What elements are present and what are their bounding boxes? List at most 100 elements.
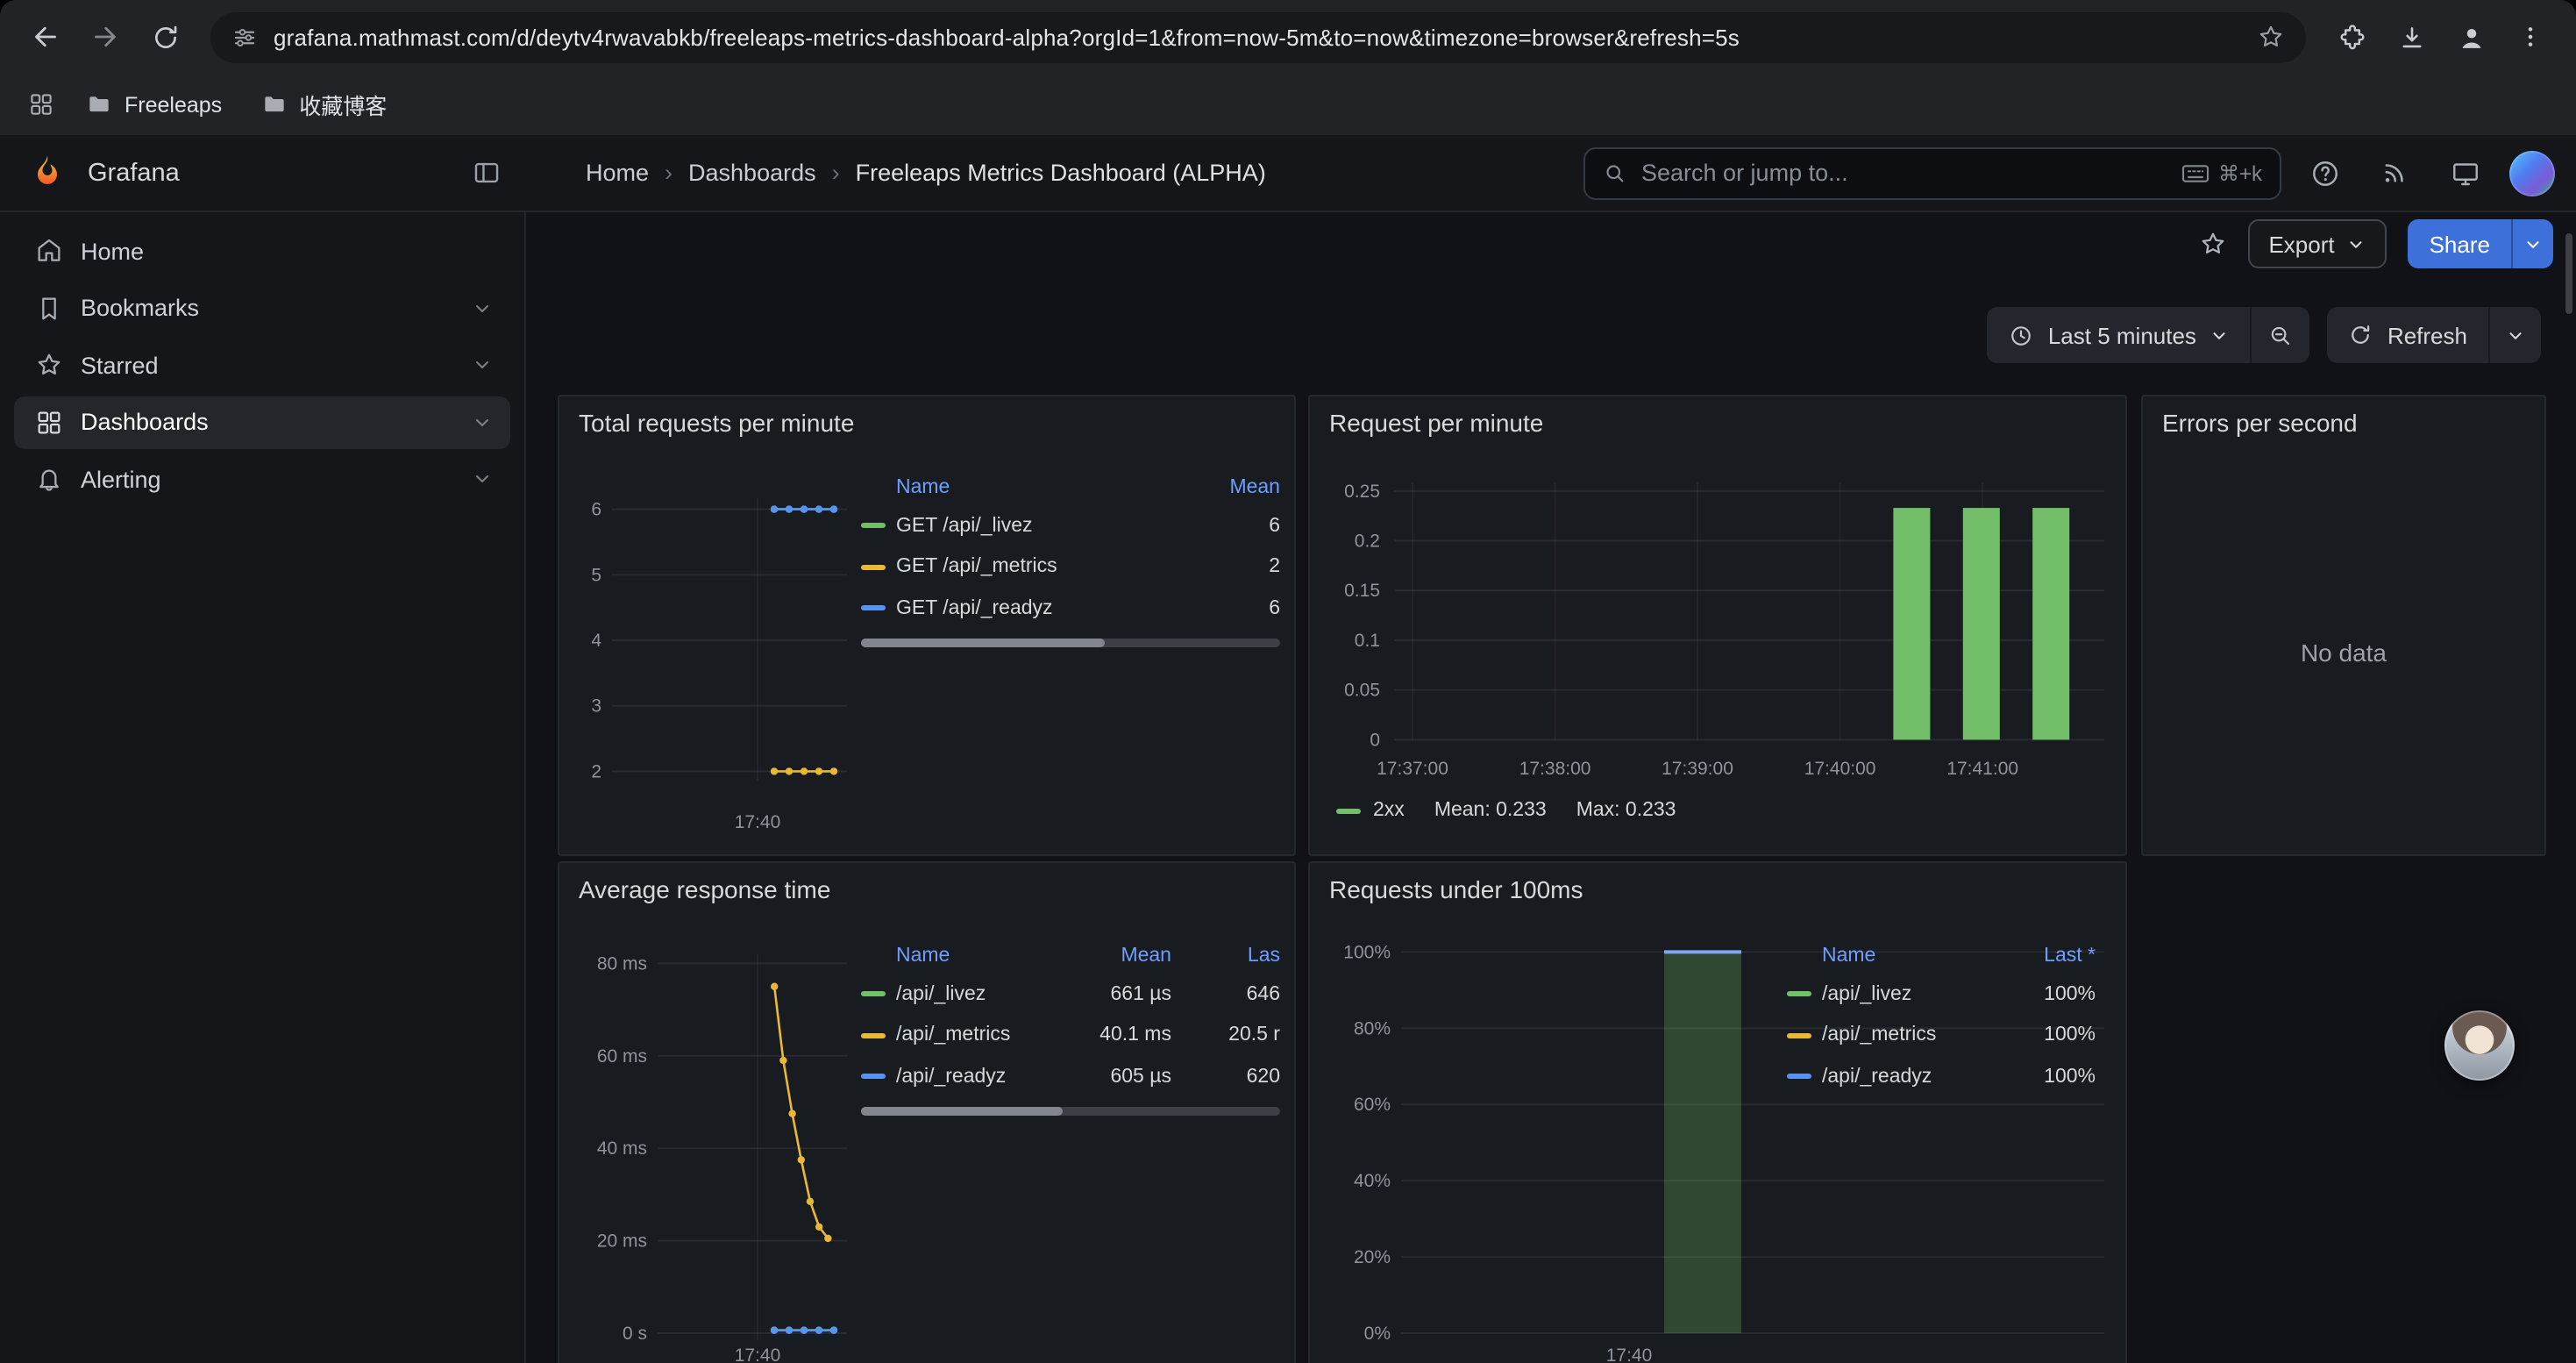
legend-header[interactable]: Las [1171, 946, 1280, 967]
legend-mean: Mean: 0.233 [1434, 800, 1547, 821]
profile-icon[interactable] [2443, 9, 2499, 65]
search-input[interactable]: Search or jump to... ⌘+k [1583, 146, 2281, 199]
legend-row[interactable]: GET /api/_metrics2 [861, 546, 1280, 588]
chevron-down-icon[interactable] [472, 297, 493, 318]
sidebar-item-label: Home [81, 238, 144, 264]
news-rss-icon[interactable] [2369, 147, 2420, 198]
star-icon [35, 351, 63, 379]
panel-request-per-minute[interactable]: Request per minute 0.250.20.150.10.05017… [1308, 395, 2127, 856]
bell-icon [35, 465, 63, 493]
brand-text: Grafana [88, 159, 180, 187]
legend-value: 40.1 ms [1077, 1025, 1171, 1046]
series-color-icon [861, 606, 886, 611]
bookmark-star-icon[interactable] [2257, 23, 2285, 51]
svg-text:17:40:00: 17:40:00 [1804, 759, 1876, 779]
sidebar-item-dashboards[interactable]: Dashboards [14, 396, 510, 448]
svg-text:60%: 60% [1354, 1095, 1391, 1115]
legend-value: 620 [1171, 1067, 1280, 1088]
panel-errors-per-second[interactable]: Errors per second No data [2141, 395, 2546, 856]
address-bar[interactable]: grafana.mathmast.com/d/deytv4rwavabkb/fr… [210, 11, 2306, 62]
site-info-icon[interactable] [231, 24, 258, 50]
dashboard-canvas: Export Share Last 5 minutes [526, 212, 2576, 1363]
legend-scrollbar[interactable] [861, 1107, 1280, 1116]
legend-row[interactable]: /api/_metrics100% [1787, 1015, 2096, 1056]
panel-title[interactable]: Errors per second [2162, 409, 2358, 437]
refresh-interval-button[interactable] [2488, 307, 2541, 363]
legend-value: 100% [2001, 984, 2096, 1005]
back-button[interactable] [18, 9, 74, 65]
chevron-down-icon [2506, 325, 2525, 345]
zoom-out-button[interactable] [2251, 307, 2310, 363]
assistant-avatar[interactable] [2444, 1010, 2515, 1081]
share-menu-button[interactable] [2511, 219, 2553, 268]
browser-menu-icon[interactable] [2502, 9, 2558, 65]
refresh-button[interactable]: Refresh [2328, 307, 2488, 363]
apps-grid-icon[interactable] [21, 91, 61, 118]
legend-header[interactable]: Mean [1199, 477, 1280, 498]
legend-table: NameLast * /api/_livez100%/api/_metrics10… [1787, 938, 2096, 1097]
legend-row[interactable]: /api/_readyz605 µs620 [861, 1056, 1280, 1097]
legend-row[interactable]: /api/_livez100% [1787, 974, 2096, 1015]
sidebar-item-alerting[interactable]: Alerting [14, 453, 510, 505]
chevron-down-icon[interactable] [472, 468, 493, 489]
search-icon [1603, 161, 1627, 185]
series-color-icon [861, 524, 886, 529]
legend-row[interactable]: GET /api/_readyz6 [861, 588, 1280, 629]
help-icon[interactable] [2299, 147, 2350, 198]
grafana-logo[interactable] [28, 153, 67, 192]
no-data-message: No data [2143, 449, 2544, 854]
user-avatar[interactable] [2509, 150, 2555, 196]
breadcrumb-home[interactable]: Home [586, 160, 649, 186]
forward-button[interactable] [77, 9, 133, 65]
svg-text:40%: 40% [1354, 1171, 1391, 1191]
svg-text:0.1: 0.1 [1355, 631, 1380, 651]
legend-row[interactable]: /api/_readyz100% [1787, 1056, 2096, 1097]
folder-icon [260, 91, 287, 118]
sidebar-item-starred[interactable]: Starred [14, 339, 510, 391]
clock-icon [2008, 322, 2034, 348]
legend-header[interactable]: Name [861, 477, 1199, 498]
legend-value: 605 µs [1077, 1067, 1171, 1088]
panel-total-requests[interactable]: Total requests per minute 6543217:40 Nam… [558, 395, 1296, 856]
reload-button[interactable] [137, 9, 193, 65]
legend-row[interactable]: GET /api/_livez6 [861, 505, 1280, 546]
share-button[interactable]: Share [2409, 219, 2511, 268]
svg-text:20%: 20% [1354, 1247, 1391, 1267]
request-per-minute-chart: 0.250.20.150.10.05017:37:0017:38:0017:39… [1310, 396, 2125, 854]
panel-average-response-time[interactable]: Average response time 80 ms60 ms40 ms20 … [558, 861, 1296, 1363]
panel-requests-under-100ms[interactable]: Requests under 100ms 100%80%60%40%20%0%1… [1308, 861, 2127, 1363]
legend-header[interactable]: Last * [2001, 946, 2096, 967]
downloads-icon[interactable] [2383, 9, 2439, 65]
legend-header[interactable]: Mean [1077, 946, 1171, 967]
export-button[interactable]: Export [2247, 219, 2387, 268]
legend-row[interactable]: /api/_metrics40.1 ms20.5 r [861, 1015, 1280, 1056]
scrollbar-thumb[interactable] [2565, 233, 2572, 314]
series-color-icon [861, 1033, 886, 1038]
series-color-icon [1787, 1033, 1811, 1038]
time-range-picker[interactable]: Last 5 minutes [1987, 307, 2251, 363]
sidebar-item-bookmarks[interactable]: Bookmarks [14, 282, 510, 334]
chevron-down-icon[interactable] [472, 354, 493, 375]
series-color-icon [1787, 992, 1811, 997]
legend-scrollbar[interactable] [861, 639, 1280, 647]
legend-value: 100% [2001, 1025, 2096, 1046]
legend-header[interactable]: Name [861, 946, 1077, 967]
bookmark-item-freeleaps[interactable]: Freeleaps [72, 84, 236, 125]
favorite-star-icon[interactable] [2198, 230, 2226, 258]
legend-header[interactable]: Name [1787, 946, 2001, 967]
svg-text:80%: 80% [1354, 1018, 1391, 1038]
extensions-icon[interactable] [2323, 9, 2380, 65]
svg-text:17:40: 17:40 [1606, 1345, 1653, 1363]
svg-text:60 ms: 60 ms [597, 1046, 647, 1067]
bookmark-item-blogs[interactable]: 收藏博客 [246, 81, 401, 128]
legend-item-2xx[interactable]: 2xx Mean: 0.233 Max: 0.233 [1336, 800, 1676, 821]
breadcrumb-dashboards[interactable]: Dashboards [688, 160, 816, 186]
legend-table: NameMeanLas/api/_livez661 µs646/api/_met… [861, 938, 1280, 1097]
svg-text:0.25: 0.25 [1344, 482, 1380, 502]
sidebar-toggle-icon[interactable] [472, 158, 502, 188]
sidebar-item-home[interactable]: Home [14, 225, 510, 277]
chevron-down-icon[interactable] [472, 411, 493, 432]
keyboard-icon [2181, 162, 2210, 183]
monitor-icon[interactable] [2439, 147, 2490, 198]
legend-row[interactable]: /api/_livez661 µs646 [861, 974, 1280, 1015]
